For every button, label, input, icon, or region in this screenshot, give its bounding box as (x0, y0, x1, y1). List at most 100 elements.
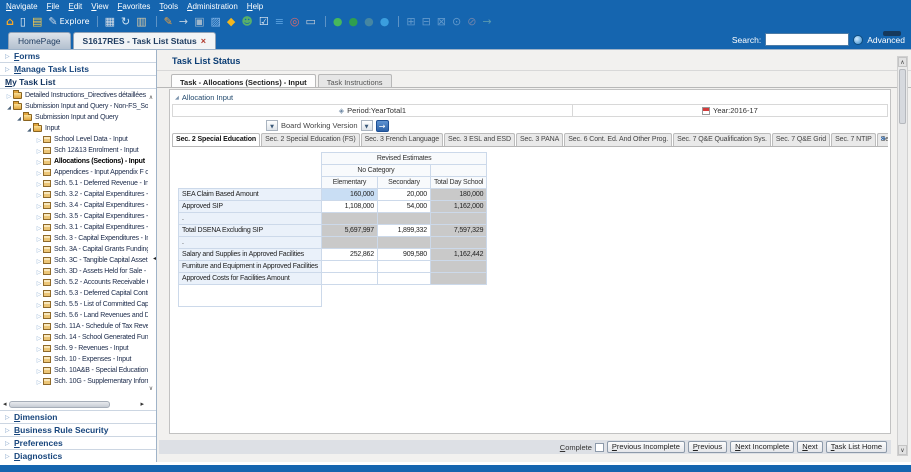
scrollbar-thumb[interactable] (899, 69, 906, 124)
grid-cell[interactable]: 909,580 (377, 249, 430, 261)
tree-item[interactable]: Detailed Instructions_Directives détaill… (0, 90, 148, 101)
tree-expand-icon[interactable] (35, 257, 43, 265)
section-tab[interactable]: Sec. 6 Cont. Ed. And Other Prog. (564, 133, 672, 146)
grid-cell[interactable] (430, 213, 486, 225)
tree-expand-icon[interactable] (35, 213, 43, 221)
tab-overflow-icon[interactable] (880, 134, 886, 144)
zoom-icon[interactable]: ⊙ (452, 16, 463, 27)
search-input[interactable] (765, 33, 849, 46)
section-tab[interactable]: Sec. 7 NTIP (831, 133, 876, 146)
tree-expand-icon[interactable] (35, 279, 43, 287)
sidebar-section[interactable]: Business Rule Security (0, 423, 156, 436)
edit-pencil-icon[interactable]: ✎ (164, 16, 175, 27)
business-rule-run-icon[interactable]: ● (349, 16, 361, 27)
section-tab[interactable]: Sec. 7 Q&E Qualification Sys. (673, 133, 771, 146)
tree-expand-icon[interactable] (35, 334, 43, 342)
tree-expand-icon[interactable] (35, 235, 43, 243)
window-tab[interactable]: S1617RES - Task List Status (73, 32, 216, 49)
sidebar-section[interactable]: Dimension (0, 410, 156, 423)
action-button[interactable]: Task List Home (826, 441, 887, 453)
close-icon[interactable] (201, 36, 206, 46)
tree-item[interactable]: Sch. 5.2 - Accounts Receivable Con (0, 277, 148, 288)
tree-item[interactable]: Sch. 9 - Revenues - Input (0, 343, 148, 354)
tree-expand-icon[interactable] (5, 103, 13, 111)
sidebar-section[interactable]: Forms (0, 50, 156, 63)
tree-item[interactable]: Allocations (Sections) - Input (0, 156, 148, 167)
grid-cell[interactable] (321, 273, 377, 285)
grid-cell[interactable] (430, 273, 486, 285)
tree-item[interactable]: Submission Input and Query - Non-FS_Soum… (0, 101, 148, 112)
grid-cell[interactable] (377, 237, 430, 249)
disclosure-icon[interactable] (175, 95, 179, 101)
explore-icon[interactable]: ✎ Explore (48, 16, 89, 27)
globe-advanced-icon[interactable] (853, 35, 863, 45)
export-icon[interactable]: ▥ (136, 16, 148, 27)
sidebar-section[interactable]: Diagnostics (0, 449, 156, 462)
tree-item[interactable]: Appendices - Input Appendix F only (0, 167, 148, 178)
tree-item[interactable]: Submission Input and Query (0, 112, 148, 123)
lock-icon[interactable]: ◆ (227, 16, 237, 27)
tree-item[interactable]: Sch. 14 - School Generated Funds - (0, 332, 148, 343)
panel-header[interactable]: Allocation Input (170, 90, 890, 103)
tree-item[interactable]: Sch. 3A - Capital Grants Funding - I (0, 244, 148, 255)
grid-cell[interactable]: 1,899,332 (377, 225, 430, 237)
promote-icon[interactable]: → (179, 16, 190, 27)
task-tab[interactable]: Task - Allocations (Sections) - Input (171, 74, 316, 87)
menu-item[interactable]: Edit (68, 2, 82, 13)
tree-item[interactable]: Sch. 3C - Tangible Capital Asset Co (0, 255, 148, 266)
grid-cell[interactable] (430, 237, 486, 249)
section-tab[interactable]: Sec. 3 ESL and ESD (444, 133, 515, 146)
tree-item[interactable]: Sch. 10G - Supplementary Informat (0, 376, 148, 387)
find-user-icon[interactable]: ◎ (290, 16, 302, 27)
tree-expand-icon[interactable] (35, 224, 43, 232)
user-edit-icon[interactable]: ☻ (241, 16, 254, 27)
tree-expand-icon[interactable] (35, 268, 43, 276)
tree-item[interactable]: Sch. 5.6 - Land Revenues and Defe (0, 310, 148, 321)
sidebar-section-my-task-list[interactable]: My Task List (0, 76, 156, 89)
tree-horizontal-scrollbar[interactable] (3, 399, 144, 409)
tree-item[interactable]: Sch. 5.3 - Deferred Capital Contribu (0, 288, 148, 299)
grid-cell[interactable] (377, 273, 430, 285)
grid-cell[interactable]: 1,162,442 (430, 249, 486, 261)
refresh-icon[interactable]: ↻ (121, 16, 132, 27)
grid-cell[interactable]: 7,597,329 (430, 225, 486, 237)
grid-cell[interactable]: 252,862 (321, 249, 377, 261)
tree-expand-icon[interactable] (35, 158, 43, 166)
tree-expand-icon[interactable] (35, 290, 43, 298)
image-icon[interactable]: ▨ (210, 16, 222, 27)
expand-left-icon[interactable]: ⊞ (406, 16, 417, 27)
tree-expand-icon[interactable] (35, 169, 43, 177)
pov-dropdown-icon[interactable] (266, 120, 278, 131)
expand-arrow-icon[interactable] (5, 424, 11, 437)
tree-item[interactable]: Sch. 3.1 - Capital Expenditures - M (0, 222, 148, 233)
tree-item[interactable]: Sch. 3.5 - Capital Expenditures - PO (0, 211, 148, 222)
tree-item[interactable]: Sch. 11A - Schedule of Tax Revenu (0, 321, 148, 332)
grid-cell[interactable]: 1,162,000 (430, 201, 486, 213)
new-document-icon[interactable]: ▯ (20, 16, 28, 27)
tree-item[interactable]: Sch. 3.4 - Capital Expenditures - SC (0, 200, 148, 211)
tree-expand-icon[interactable] (35, 180, 43, 188)
tree-scroll-up-icon[interactable] (147, 94, 155, 101)
tree-item[interactable]: Input (0, 123, 148, 134)
grid-cell[interactable] (321, 213, 377, 225)
forward-icon[interactable]: → (482, 16, 493, 27)
section-tab[interactable]: Sec. 2 Special Education (FS) (261, 133, 359, 146)
expand-arrow-icon[interactable] (5, 63, 11, 76)
expand-right-icon[interactable]: ⊠ (437, 16, 448, 27)
advanced-search-link[interactable]: Advanced (867, 35, 905, 45)
grid-cell[interactable] (377, 213, 430, 225)
separator[interactable] (325, 16, 326, 27)
tree-item[interactable]: Sch. 10 - Expenses - Input (0, 354, 148, 365)
tree-item[interactable]: Sch. 3 - Capital Expenditures - Inpu (0, 233, 148, 244)
sidebar-section[interactable]: Preferences (0, 436, 156, 449)
tree-expand-icon[interactable] (35, 147, 43, 155)
home-icon[interactable]: ⌂ (6, 16, 16, 27)
stop-icon[interactable]: ⊘ (467, 16, 478, 27)
tree-item[interactable]: Sch. 3.2 - Capital Expenditures - Ca (0, 189, 148, 200)
pov-period[interactable]: Period:YearTotal1 (173, 105, 573, 116)
grid-cell[interactable]: 20,000 (377, 189, 430, 201)
tree-expand-icon[interactable] (35, 367, 43, 375)
grid-cell[interactable]: 54,000 (377, 201, 430, 213)
action-button[interactable]: Next Incomplete (730, 441, 794, 453)
grid-cell[interactable]: 5,697,997 (321, 225, 377, 237)
